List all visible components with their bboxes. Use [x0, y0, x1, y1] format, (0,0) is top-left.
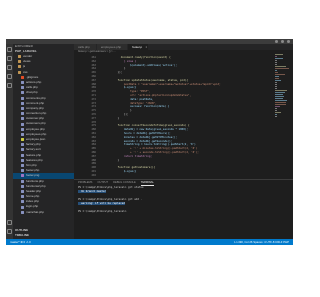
- tab-label: calls.php: [78, 45, 90, 49]
- terminal-output[interactable]: PS C:\xampp\htdocs\php_laravel> git stat…: [74, 186, 293, 214]
- minimap-line: [275, 104, 286, 105]
- php-file-icon: [21, 179, 24, 183]
- minimap-line: [275, 106, 280, 107]
- line-number: 492: [91, 173, 96, 177]
- minimap-line: [275, 68, 289, 69]
- minimap-line: [275, 100, 287, 101]
- tree-item[interactable]: mainchat.php: [13, 210, 74, 215]
- minimap-line: [275, 94, 283, 95]
- file-tree: vendor views js css .gitignore actions.php cal…: [13, 54, 74, 215]
- source-control-icon[interactable]: [7, 65, 12, 70]
- code-line: 492: [74, 174, 293, 178]
- terminal-line-text: PS C:\xampp\htdocs\php_laravel>: [78, 210, 128, 213]
- minimize-icon[interactable]: [275, 40, 278, 43]
- minimap-line: [275, 60, 277, 61]
- git-file-icon: [21, 75, 24, 79]
- php-file-icon: [21, 122, 24, 126]
- minimap-line: [275, 108, 277, 109]
- php-file-icon: [21, 101, 24, 105]
- php-file-icon: [21, 86, 24, 90]
- php-file-icon: [21, 164, 24, 168]
- activity-bar: [6, 44, 13, 239]
- php-file-icon: [21, 148, 24, 152]
- php-file-icon: [21, 143, 24, 147]
- minimap-line: [275, 66, 287, 67]
- php-file-icon: [21, 169, 24, 173]
- png-file-icon: [21, 174, 24, 178]
- php-file-icon: [21, 91, 24, 95]
- php-file-icon: [21, 81, 24, 85]
- php-file-icon: [21, 96, 24, 100]
- minimap-line: [275, 72, 279, 73]
- terminal-line-text: PS C:\xampp\htdocs\php_laravel> git stat…: [78, 186, 144, 189]
- status-right[interactable]: Ln 490, Col 26 Spaces: 4 UTF-8 CRLF PHP: [230, 240, 293, 244]
- minimap-line: [275, 98, 283, 99]
- terminal-panel: PROBLEMS OUTPUT DEBUG CONSOLE TERMINAL PS C…: [74, 179, 293, 239]
- account-icon[interactable]: [7, 220, 12, 225]
- window-controls: [275, 40, 290, 43]
- minimap-line: [275, 90, 287, 91]
- php-file-icon: [21, 205, 24, 209]
- status-left[interactable]: master* ⊗ 0 ⚠ 0: [6, 240, 35, 244]
- minimap-line: [275, 96, 284, 97]
- php-file-icon: [21, 117, 24, 121]
- minimap-line: [275, 84, 277, 85]
- php-file-icon: [21, 132, 24, 136]
- php-file-icon: [21, 106, 24, 110]
- php-file-icon: [21, 189, 24, 193]
- vscode-window: EXPLORER PHP_LARAVEL vendor views js css .gi…: [6, 39, 293, 245]
- maximize-icon[interactable]: [281, 40, 284, 43]
- folder-file-icon: [18, 65, 21, 69]
- minimap-line: [275, 110, 277, 111]
- php-file-icon: [21, 127, 24, 131]
- timeline-section[interactable]: TIMELINE: [13, 233, 74, 238]
- minimap-line: [275, 82, 277, 83]
- folder-file-icon: [18, 70, 21, 74]
- php-file-icon: [21, 153, 24, 157]
- extensions-icon[interactable]: [7, 83, 12, 88]
- minimap-line: [275, 76, 279, 77]
- minimap-line: [275, 116, 277, 117]
- terminal-line: PS C:\xampp\htdocs\php_laravel>: [74, 210, 293, 214]
- folder-file-icon: [18, 60, 21, 64]
- minimap-line: [275, 70, 277, 71]
- json-file-icon: [21, 138, 24, 142]
- minimap-line: [275, 88, 277, 89]
- terminal-line-text: warning: LF will be replaced: [78, 202, 125, 205]
- folder-file-icon: [18, 55, 21, 59]
- minimap-line: [275, 78, 280, 79]
- terminal-line-text: PS C:\xampp\htdocs\php_laravel> git add …: [78, 198, 143, 201]
- minimap-line: [275, 102, 286, 103]
- status-bar: master* ⊗ 0 ⚠ 0 Ln 490, Col 26 Spaces: 4…: [6, 239, 293, 245]
- code-editor[interactable]: 461 document.ready(function(event) {462 …: [74, 54, 293, 179]
- explorer-sidebar: EXPLORER PHP_LARAVEL vendor views js css .gi…: [13, 44, 74, 239]
- minimap-line: [275, 58, 283, 59]
- run-debug-icon[interactable]: [7, 74, 12, 79]
- minimap[interactable]: [275, 54, 289, 179]
- terminal-line-text: On branch master: [78, 190, 107, 193]
- minimap-line: [275, 64, 277, 65]
- php-file-icon: [21, 200, 24, 204]
- minimap-line: [275, 56, 277, 57]
- minimap-line: [275, 86, 277, 87]
- minimap-line: [275, 74, 285, 75]
- minimap-line: [275, 112, 281, 113]
- tab-label: employees.php: [100, 45, 122, 49]
- explorer-icon[interactable]: [7, 47, 12, 52]
- minimap-line: [275, 80, 282, 81]
- minimap-line: [275, 92, 286, 93]
- php-file-icon: [21, 184, 24, 188]
- php-file-icon: [21, 195, 24, 199]
- php-file-icon: [21, 210, 24, 214]
- php-file-icon: [21, 158, 24, 162]
- tree-item-label: mainchat.php: [26, 209, 45, 214]
- php-file-icon: [21, 112, 24, 116]
- settings-gear-icon[interactable]: [7, 229, 12, 234]
- close-icon[interactable]: [287, 40, 290, 43]
- tab-label: footer.p: [132, 45, 143, 49]
- minimap-line: [275, 62, 277, 63]
- minimap-line: [275, 54, 283, 55]
- minimap-line: [275, 114, 277, 115]
- search-icon[interactable]: [7, 56, 12, 61]
